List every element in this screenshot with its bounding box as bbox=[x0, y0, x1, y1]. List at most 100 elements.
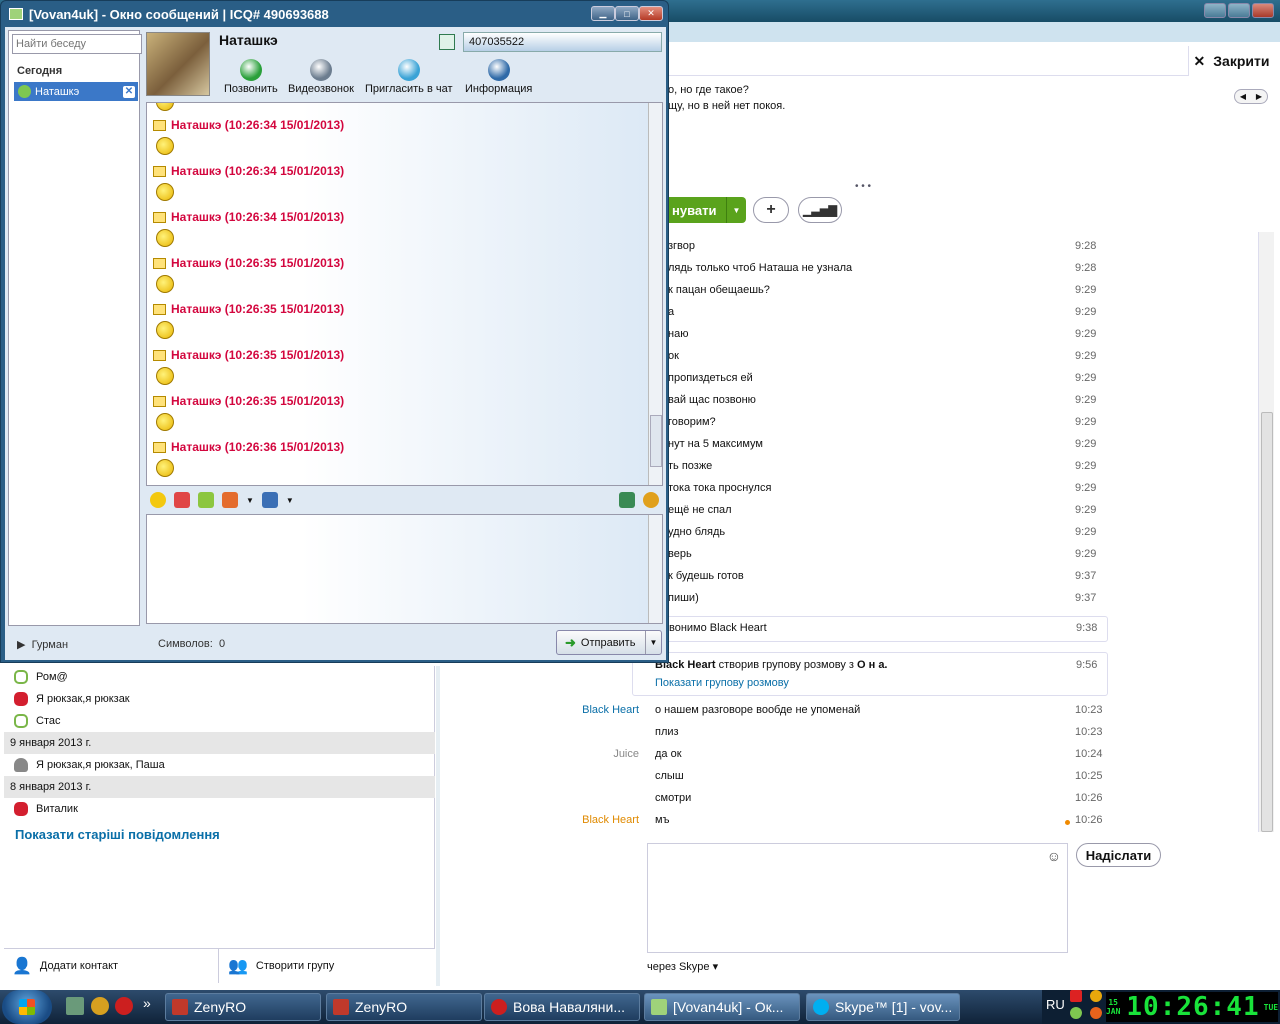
message-author[interactable]: Juice bbox=[508, 744, 639, 764]
add-people-button[interactable]: + bbox=[753, 197, 789, 223]
splitter-handle[interactable]: • • • bbox=[855, 181, 871, 192]
send-file-icon[interactable] bbox=[198, 492, 214, 508]
scrollbar-thumb[interactable] bbox=[1261, 412, 1273, 832]
taskbar-button-label: Skype™ [1] - vov... bbox=[835, 999, 953, 1015]
chevron-left-icon[interactable]: ◀ bbox=[1240, 92, 1246, 101]
action-phone-button[interactable]: Позвонить bbox=[224, 59, 278, 95]
message-text: о нашем разговоре вообде не упоменай bbox=[655, 704, 861, 716]
contact-item[interactable]: Я рюкзак,я рюкзак bbox=[4, 688, 435, 710]
send-via-selector[interactable]: через Skype ▾ bbox=[647, 960, 718, 973]
message-author[interactable]: Black Heart bbox=[508, 810, 639, 830]
translate-icon[interactable] bbox=[619, 492, 635, 508]
contact-item[interactable]: Я рюкзак,я рюкзак, Паша bbox=[4, 754, 435, 776]
close-window-button[interactable] bbox=[1252, 3, 1274, 18]
chevron-right-icon[interactable]: ▶ bbox=[1256, 92, 1262, 101]
message-envelope-icon bbox=[153, 395, 166, 407]
call-quality-button[interactable]: ▁▃▅▇ bbox=[798, 197, 842, 223]
close-window-button[interactable]: ✕ bbox=[639, 6, 663, 21]
kiss-icon[interactable] bbox=[174, 492, 190, 508]
message-text: да ок bbox=[655, 748, 682, 760]
chevron-down-icon[interactable]: ▼ bbox=[726, 197, 746, 223]
taskbar-button[interactable]: Skype™ [1] - vov... bbox=[806, 993, 960, 1021]
start-button[interactable] bbox=[2, 990, 52, 1024]
message-row: смотри 10:26 bbox=[655, 788, 1108, 810]
contact-item[interactable]: Стас bbox=[4, 710, 435, 732]
tray-warning-icon[interactable] bbox=[1090, 990, 1102, 1002]
conversation-scrollbar[interactable] bbox=[1258, 232, 1274, 832]
tray-youtube-icon[interactable] bbox=[1070, 990, 1082, 1002]
webcam-icon bbox=[309, 59, 332, 81]
conversation-item-selected[interactable]: Наташкэ ✕ bbox=[14, 82, 138, 101]
mood-pager[interactable]: ◀ ▶ bbox=[1234, 89, 1268, 104]
quicklaunch-more-icon[interactable]: » bbox=[143, 995, 151, 1011]
action-invite-chat-button[interactable]: Пригласить в чат bbox=[365, 59, 453, 95]
message-row: Black Heart о нашем разговоре вообде не у… bbox=[582, 700, 1108, 722]
contact-item[interactable]: Ром@ bbox=[4, 666, 435, 688]
message-envelope-icon bbox=[153, 119, 166, 131]
message-time: 9:29 bbox=[1075, 394, 1097, 406]
maximize-button[interactable] bbox=[1228, 3, 1250, 18]
close-profile-button[interactable]: ✕ Закрити bbox=[1188, 46, 1274, 76]
invite-chat-icon bbox=[397, 59, 420, 81]
history-message: Наташкэ (10:26:36 15/01/2013) bbox=[153, 437, 573, 483]
action-info-card-button[interactable]: Информация bbox=[465, 59, 532, 95]
taskbar-button[interactable]: [Vovan4uk] - Ок... bbox=[644, 993, 800, 1021]
contact-name: Я рюкзак,я рюкзак bbox=[36, 693, 130, 705]
info-card-icon bbox=[487, 59, 510, 81]
char-counter: Символов: 0 bbox=[158, 638, 226, 650]
smiley-icon[interactable] bbox=[150, 492, 166, 508]
calendar-icon[interactable] bbox=[222, 492, 238, 508]
taskbar-button[interactable]: ZenyRO bbox=[165, 993, 321, 1021]
smiley-icon bbox=[156, 137, 174, 155]
minimize-button[interactable]: ▁ bbox=[591, 6, 615, 21]
message-time: 9:29 bbox=[1075, 504, 1097, 516]
close-conversation-icon[interactable]: ✕ bbox=[123, 85, 135, 98]
offline-status-icon bbox=[14, 714, 28, 728]
tray-icq-icon[interactable] bbox=[1070, 1007, 1082, 1019]
tray-app-icon[interactable] bbox=[1090, 1007, 1102, 1019]
chevron-down-icon[interactable]: ▼ bbox=[645, 631, 661, 654]
send-button[interactable]: ➜ Отправить ▼ bbox=[556, 630, 662, 655]
show-older-messages-link[interactable]: Показати старіші повідомлення bbox=[15, 827, 220, 842]
input-scrollbar[interactable] bbox=[648, 515, 662, 623]
chevron-down-icon[interactable]: ▼ bbox=[286, 496, 294, 505]
send-button[interactable]: Надіслати bbox=[1076, 843, 1161, 867]
action-webcam-button[interactable]: Видеозвонок bbox=[288, 59, 354, 95]
message-time: 10:26 bbox=[1075, 814, 1103, 826]
quicklaunch-desktop-icon[interactable] bbox=[66, 997, 84, 1015]
taskbar-button[interactable]: ZenyRO bbox=[326, 993, 482, 1021]
emoticon-icon[interactable]: ☺ bbox=[1047, 848, 1061, 864]
create-group-button[interactable]: 👥 Створити групу bbox=[220, 949, 435, 983]
history-icon[interactable] bbox=[261, 492, 278, 508]
search-conversation-input[interactable] bbox=[12, 34, 142, 54]
icq-window-icon bbox=[651, 999, 667, 1015]
quicklaunch-app-icon[interactable] bbox=[91, 997, 109, 1015]
quicklaunch-opera-icon[interactable] bbox=[115, 997, 133, 1015]
language-indicator[interactable]: RU bbox=[1046, 997, 1065, 1012]
message-author[interactable]: Black Heart bbox=[508, 700, 639, 720]
show-group-conversation-link[interactable]: Показати групову розмову bbox=[655, 677, 789, 689]
message-row: ть позже 9:29 bbox=[668, 456, 1108, 478]
pane-divider[interactable] bbox=[436, 666, 440, 986]
add-contact-button[interactable]: 👤 Додати контакт bbox=[4, 949, 219, 983]
chevron-down-icon[interactable]: ▼ bbox=[246, 496, 254, 505]
minimize-button[interactable] bbox=[1204, 3, 1226, 18]
history-scrollbar[interactable] bbox=[648, 103, 662, 485]
group-gurman[interactable]: ▶ Гурман bbox=[17, 638, 68, 651]
message-time: 9:37 bbox=[1075, 570, 1097, 582]
triangle-right-icon: ▶ bbox=[17, 639, 26, 651]
taskbar-clock[interactable]: 15 JAN 10:26:41 TUE bbox=[1106, 992, 1278, 1022]
message-row: нут на 5 максимум 9:29 bbox=[668, 434, 1108, 456]
message-row: удно блядь 9:29 bbox=[668, 522, 1108, 544]
taskbar-button[interactable]: Вова Наваляни... bbox=[484, 993, 640, 1021]
call-button[interactable]: нувати ▼ bbox=[668, 197, 746, 223]
message-text: ть позже bbox=[668, 460, 713, 472]
message-input[interactable] bbox=[146, 514, 663, 624]
maximize-button[interactable]: □ bbox=[615, 6, 639, 21]
message-text: ок bbox=[668, 350, 679, 362]
contact-item[interactable]: Виталик bbox=[4, 798, 435, 820]
settings-gear-icon[interactable] bbox=[643, 492, 659, 508]
scrollbar-thumb[interactable] bbox=[650, 415, 662, 467]
notes-icon[interactable] bbox=[439, 34, 455, 50]
message-input[interactable]: ☺ bbox=[647, 843, 1068, 953]
